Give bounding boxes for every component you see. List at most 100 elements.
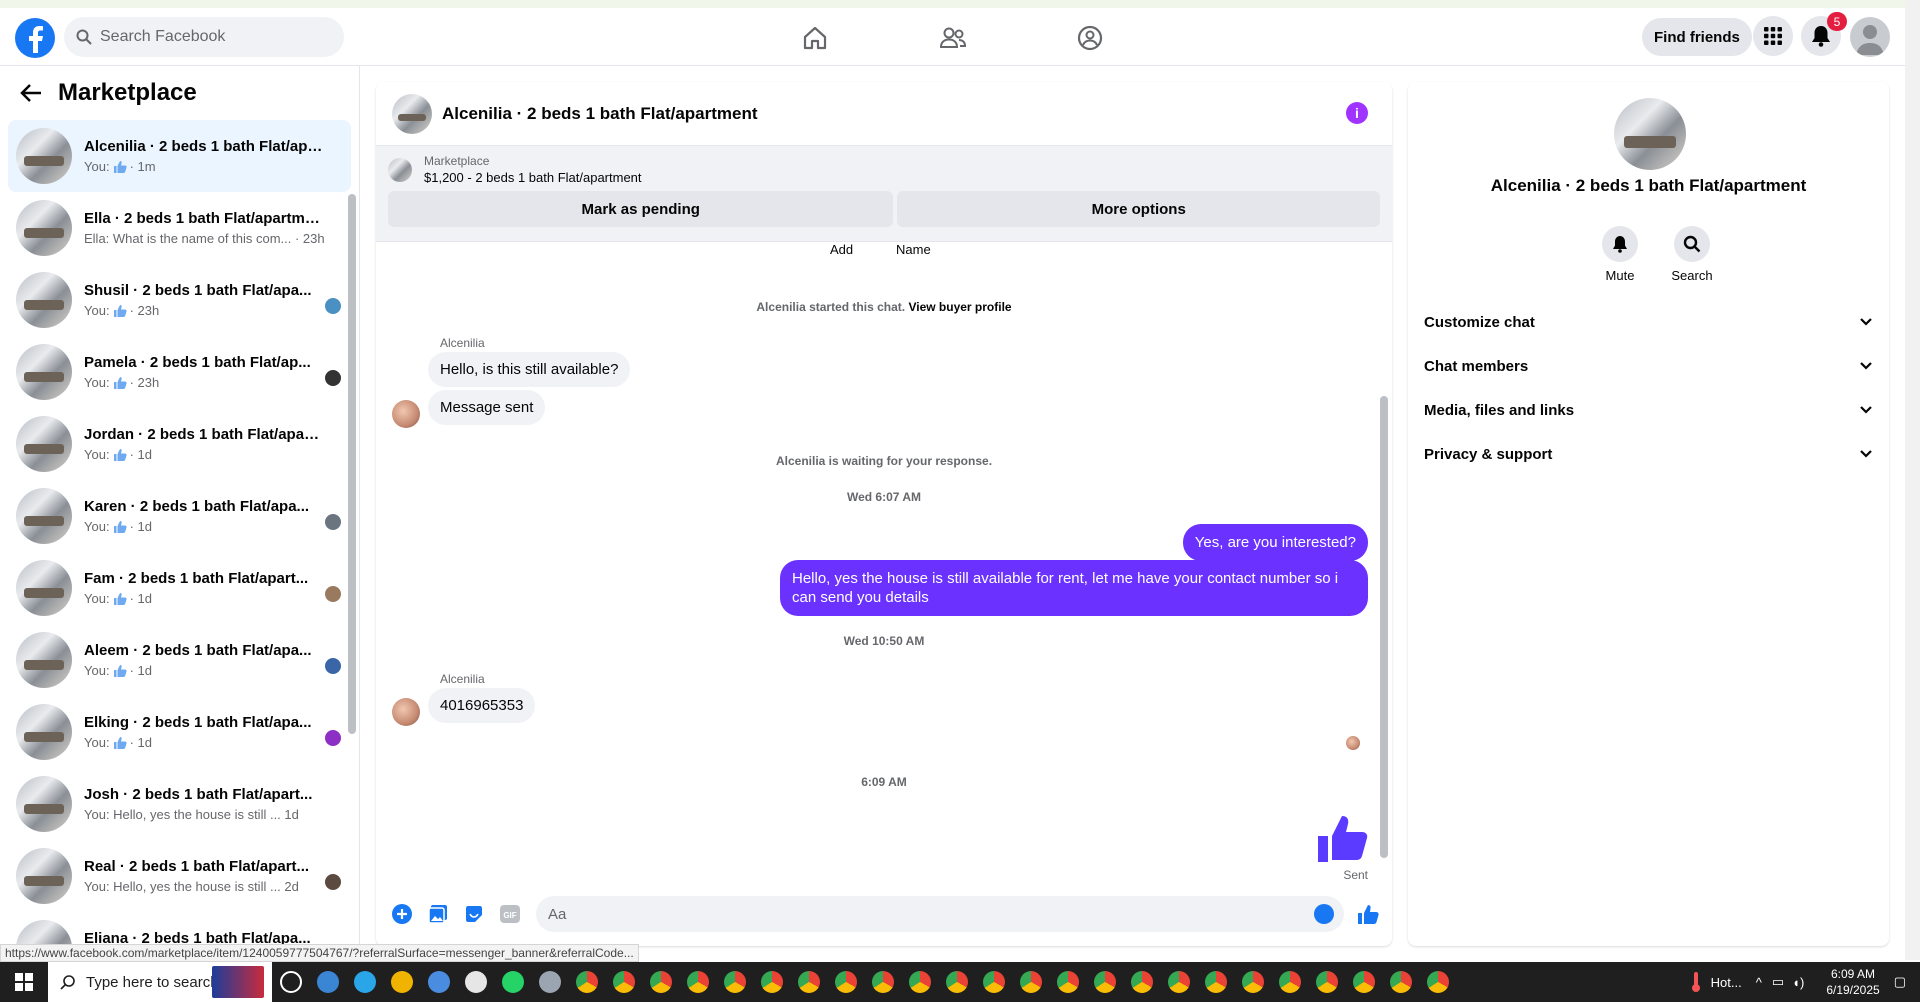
conversation-item[interactable]: Alcenilia · 2 beds 1 bath Flat/apa... You…	[8, 120, 351, 192]
file-explorer-icon[interactable]	[383, 962, 420, 1002]
incoming-message[interactable]: 4016965353	[428, 688, 536, 723]
task-view-icon[interactable]	[272, 962, 309, 1002]
outgoing-message[interactable]: Hello, yes the house is still available …	[780, 560, 1368, 616]
weather-label[interactable]: Hot...	[1711, 975, 1742, 990]
conversation-item[interactable]: Real · 2 beds 1 bath Flat/apart... You: H…	[8, 840, 351, 912]
conversation-item[interactable]: Shusil · 2 beds 1 bath Flat/apa... You: · …	[8, 264, 351, 336]
conversation-item[interactable]: Josh · 2 beds 1 bath Flat/apart... You: H…	[8, 768, 351, 840]
edge-icon[interactable]	[346, 962, 383, 1002]
home-icon[interactable]	[799, 22, 831, 54]
mark-as-pending-button[interactable]: Mark as pending	[388, 191, 894, 227]
chat-title[interactable]: Alcenilia · 2 beds 1 bath Flat/apartment	[442, 104, 758, 124]
chrome-icon[interactable]	[864, 962, 901, 1002]
conversation-item[interactable]: Ella · 2 beds 1 bath Flat/apartment Ella:…	[8, 192, 351, 264]
conversation-item[interactable]: Elking · 2 beds 1 bath Flat/apa... You: · …	[8, 696, 351, 768]
chrome-icon[interactable]	[975, 962, 1012, 1002]
emoji-icon[interactable]	[1314, 904, 1334, 924]
conversation-item[interactable]: Karen · 2 beds 1 bath Flat/apa... You: · 1…	[8, 480, 351, 552]
chrome-icon[interactable]	[642, 962, 679, 1002]
taskbar-search[interactable]: Type here to search	[48, 962, 272, 1002]
listing-thumbnail	[16, 200, 72, 256]
listing-thumbnail[interactable]	[392, 93, 432, 134]
mail-icon[interactable]	[457, 962, 494, 1002]
preview-text: You:	[84, 447, 110, 462]
sender-avatar[interactable]	[392, 400, 420, 428]
chrome-icon[interactable]	[605, 962, 642, 1002]
chrome-icon[interactable]	[901, 962, 938, 1002]
sticker-icon[interactable]	[456, 896, 492, 932]
find-friends-button[interactable]: Find friends	[1642, 18, 1752, 56]
listing-large-thumbnail[interactable]	[1614, 98, 1686, 170]
chrome-icon[interactable]	[1419, 962, 1456, 1002]
groups-icon[interactable]	[1074, 22, 1106, 54]
volume-icon[interactable]: ◖)	[1792, 975, 1804, 990]
media-files-links-section[interactable]: Media, files and links	[1424, 396, 1873, 424]
listing-price[interactable]: $1,200 - 2 beds 1 bath Flat/apartment	[424, 170, 642, 185]
message-composer: GIF Aa	[376, 882, 1392, 946]
like-send-icon[interactable]	[1350, 896, 1386, 932]
incoming-message[interactable]: Message sent	[428, 390, 546, 425]
back-arrow-icon[interactable]	[20, 83, 42, 103]
more-options-button[interactable]: More options	[897, 191, 1380, 227]
system-clock[interactable]: 6:09 AM 6/19/2025	[1826, 966, 1879, 998]
chat-members-section[interactable]: Chat members	[1424, 352, 1873, 380]
conversation-item[interactable]: Aleem · 2 beds 1 bath Flat/apa... You: · 1…	[8, 624, 351, 696]
chat-scrollbar[interactable]	[1380, 242, 1388, 866]
chrome-icon[interactable]	[568, 962, 605, 1002]
widgets-icon[interactable]	[309, 962, 346, 1002]
page-scrollbar[interactable]	[1905, 0, 1920, 960]
info-icon[interactable]: i	[1346, 102, 1368, 124]
listing-mini-thumbnail[interactable]	[388, 157, 412, 182]
chrome-icon[interactable]	[753, 962, 790, 1002]
conversation-item[interactable]: Pamela · 2 beds 1 bath Flat/ap... You: · 2…	[8, 336, 351, 408]
chevron-down-icon	[1860, 318, 1872, 326]
windows-start-icon[interactable]	[0, 962, 48, 1002]
gif-icon[interactable]: GIF	[492, 896, 528, 932]
chrome-icon[interactable]	[1234, 962, 1271, 1002]
app-glyph	[316, 971, 339, 993]
conversation-item[interactable]: Jordan · 2 beds 1 bath Flat/apart... You:…	[8, 408, 351, 480]
chrome-icon[interactable]	[1382, 962, 1419, 1002]
view-buyer-profile-link[interactable]: View buyer profile	[908, 300, 1011, 314]
chrome-icon[interactable]	[716, 962, 753, 1002]
listing-thumbnail	[16, 416, 72, 472]
chrome-icon[interactable]	[1197, 962, 1234, 1002]
conversation-item[interactable]: Fam · 2 beds 1 bath Flat/apart... You: · 1…	[8, 552, 351, 624]
facebook-logo-icon[interactable]	[15, 18, 55, 58]
chrome-icon[interactable]	[679, 962, 716, 1002]
chrome-icon[interactable]	[1160, 962, 1197, 1002]
outgoing-message[interactable]: Yes, are you interested?	[1182, 524, 1368, 561]
sender-avatar[interactable]	[392, 698, 420, 726]
chrome-icon[interactable]	[827, 962, 864, 1002]
chrome-icon[interactable]	[1308, 962, 1345, 1002]
friends-icon[interactable]	[937, 22, 969, 54]
incoming-message[interactable]: Hello, is this still available?	[428, 352, 631, 387]
search-bar[interactable]: Search Facebook	[64, 17, 344, 57]
add-plus-icon[interactable]	[384, 896, 420, 932]
customize-chat-section[interactable]: Customize chat	[1424, 308, 1873, 336]
chrome-icon[interactable]	[1086, 962, 1123, 1002]
tray-chevron-icon[interactable]: ^	[1756, 975, 1762, 990]
chrome-icon[interactable]	[1271, 962, 1308, 1002]
chrome-icon[interactable]	[1049, 962, 1086, 1002]
chrome-icon[interactable]	[1345, 962, 1382, 1002]
profile-avatar[interactable]	[1850, 17, 1890, 57]
action-center-icon[interactable]: ▢	[1894, 974, 1906, 990]
participant-mini-avatar	[325, 586, 341, 602]
message-input[interactable]: Aa	[536, 896, 1344, 932]
chrome-icon[interactable]	[1012, 962, 1049, 1002]
store-icon[interactable]	[420, 962, 457, 1002]
chrome-icon[interactable]	[1123, 962, 1160, 1002]
privacy-support-section[interactable]: Privacy & support	[1424, 440, 1873, 468]
attach-photo-icon[interactable]	[420, 896, 456, 932]
search-chat-button[interactable]: Search	[1662, 226, 1722, 283]
app-icon[interactable]	[531, 962, 568, 1002]
menu-grid-icon[interactable]	[1753, 16, 1793, 56]
network-icon[interactable]: ▭	[1772, 974, 1784, 990]
thumbs-up-sent-icon[interactable]	[1316, 812, 1368, 864]
mute-button[interactable]: Mute	[1590, 226, 1650, 283]
chrome-icon[interactable]	[938, 962, 975, 1002]
sidebar-scrollbar[interactable]	[348, 122, 356, 922]
whatsapp-icon[interactable]	[494, 962, 531, 1002]
chrome-icon[interactable]	[790, 962, 827, 1002]
